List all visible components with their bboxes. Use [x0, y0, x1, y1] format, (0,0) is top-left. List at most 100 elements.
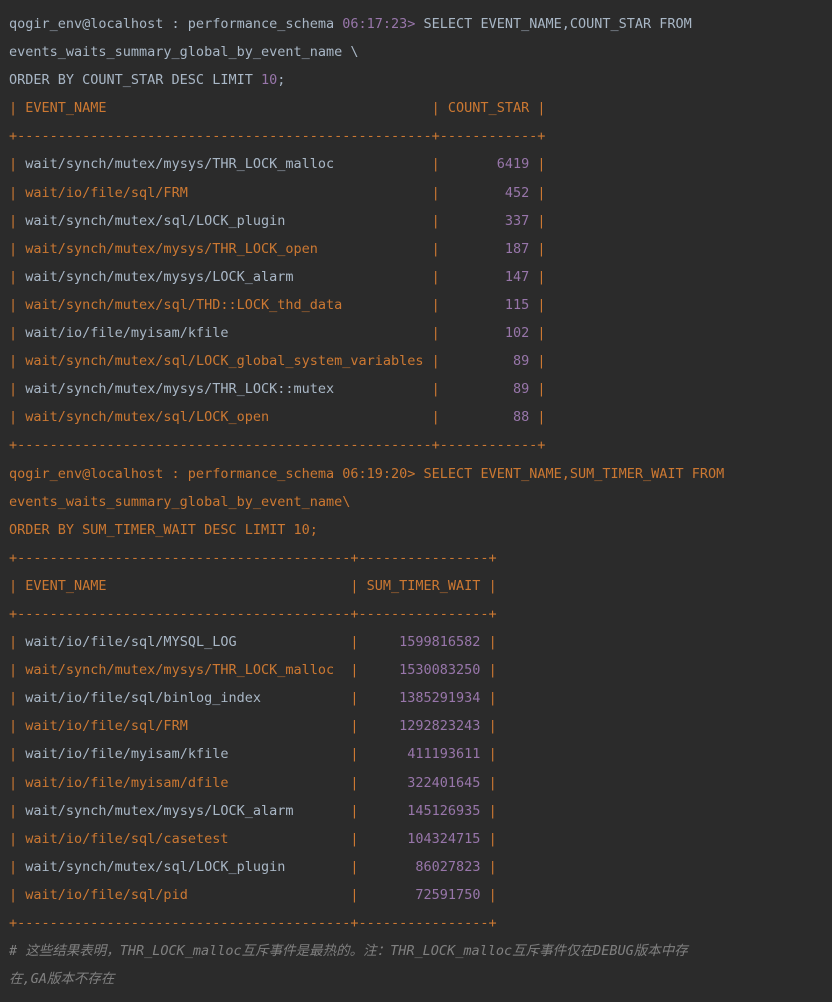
table-pipe: | — [9, 886, 26, 903]
table-pipe: | — [9, 802, 26, 819]
row-event-name: wait/synch/mutex/sql/LOCK_plugin — [25, 858, 286, 875]
table-pipe: | — [529, 268, 546, 285]
query1-sql-line2: events_waits_summary_global_by_event_nam… — [9, 44, 359, 61]
result-table-2: +---------------------------------------… — [9, 544, 832, 937]
table-pipe: | — [480, 858, 497, 875]
table-pipe: | — [480, 774, 497, 791]
table-pipe: | — [106, 100, 448, 117]
query2-sql-line2: events_waits_summary_global_by_event_nam… — [9, 493, 351, 510]
table-pipe: | — [480, 830, 497, 847]
comment-line1: # 这些结果表明，THR_LOCK_malloc互斥事件是最热的。注：THR_L… — [9, 943, 688, 960]
table-pipe: | — [9, 662, 26, 679]
row-event-name: wait/io/file/sql/MYSQL_LOG — [25, 634, 237, 651]
row-event-name: wait/synch/mutex/mysys/THR_LOCK_open — [25, 240, 318, 257]
table-pipe: | — [285, 858, 367, 875]
query1-line3: ORDER BY COUNT_STAR DESC LIMIT 10; — [9, 66, 832, 94]
table-pipe: | — [9, 156, 26, 173]
row-value: 88 — [512, 409, 530, 426]
table-row: | wait/io/file/sql/FRM | 452 | — [9, 179, 832, 207]
table-pipe: | — [334, 156, 448, 173]
row-event-name: wait/synch/mutex/sql/LOCK_plugin — [25, 212, 286, 229]
query2-time: 06:19:20> — [342, 465, 416, 482]
table-row: | wait/synch/mutex/sql/THD::LOCK_thd_dat… — [9, 291, 832, 319]
table-row: | wait/synch/mutex/mysys/LOCK_alarm | 14… — [9, 263, 832, 291]
table-pipe: | — [9, 184, 26, 201]
table-pipe: | — [529, 184, 546, 201]
row-event-name: wait/synch/mutex/mysys/THR_LOCK::mutex — [25, 381, 335, 398]
table-row: | wait/io/file/myisam/kfile | 102 | — [9, 319, 832, 347]
row-value: 104324715 — [407, 830, 481, 847]
table-pipe: | — [293, 268, 448, 285]
table-row: | wait/synch/mutex/sql/LOCK_plugin | 337… — [9, 207, 832, 235]
query2-line1: qogir_env@localhost : performance_schema… — [9, 460, 832, 488]
table-row: | wait/io/file/myisam/dfile | 322401645 … — [9, 769, 832, 797]
row-event-name: wait/io/file/sql/FRM — [25, 184, 188, 201]
query2-sql-line1: SELECT EVENT_NAME,SUM_TIMER_WAIT FROM — [423, 465, 725, 482]
table-row: | wait/io/file/sql/pid | 72591750 | — [9, 881, 832, 909]
table-pipe: | — [228, 830, 367, 847]
row-event-name: wait/io/file/myisam/dfile — [25, 774, 229, 791]
table-pipe: | — [9, 830, 26, 847]
query2-sql-line3: ORDER BY SUM_TIMER_WAIT DESC LIMIT 10; — [9, 521, 318, 538]
row-event-name: wait/synch/mutex/mysys/LOCK_alarm — [25, 268, 294, 285]
table-pipe: | — [9, 409, 26, 426]
table-border: +---------------------------------------… — [9, 128, 546, 145]
table-pipe: | — [9, 240, 26, 257]
table-pipe: | — [269, 409, 448, 426]
table-pipe: | — [529, 381, 546, 398]
table-pipe: | — [480, 886, 497, 903]
table-pipe: | — [334, 662, 367, 679]
table-pipe: | — [293, 802, 367, 819]
query2-prompt: qogir_env@localhost : performance_schema — [9, 465, 335, 482]
table-pipe: | — [9, 718, 26, 735]
table-pipe: | — [9, 353, 26, 370]
table-pipe: | — [529, 325, 546, 342]
query1-limit-value: 10 — [260, 72, 278, 89]
table-row: | wait/synch/mutex/sql/LOCK_open | 88 | — [9, 403, 832, 431]
column-header-event-name: EVENT_NAME — [25, 577, 107, 594]
row-value: 1530083250 — [399, 662, 481, 679]
row-event-name: wait/synch/mutex/sql/LOCK_open — [25, 409, 270, 426]
table-pipe: | — [236, 634, 367, 651]
table-pipe: | — [9, 634, 26, 651]
row-value: 1385291934 — [399, 690, 481, 707]
row-value: 102 — [504, 325, 530, 342]
row-event-name: wait/io/file/sql/pid — [25, 886, 188, 903]
table-pipe: | — [187, 886, 367, 903]
table-pipe: | — [423, 353, 448, 370]
table-pipe: | — [9, 212, 26, 229]
table-pipe: | — [9, 381, 26, 398]
table-pipe: | — [480, 718, 497, 735]
table-pipe: | — [9, 268, 26, 285]
table-pipe: | — [187, 184, 448, 201]
row-value: 322401645 — [407, 774, 481, 791]
query1-line1: qogir_env@localhost : performance_schema… — [9, 10, 832, 38]
table-pipe: | — [9, 690, 26, 707]
table-row: | wait/io/file/sql/casetest | 104324715 … — [9, 825, 832, 853]
table-pipe: | — [529, 353, 546, 370]
table-border: +---------------------------------------… — [9, 549, 497, 566]
table-pipe: | — [228, 774, 367, 791]
query1-sql-line3-a: ORDER BY COUNT_STAR DESC LIMIT — [9, 72, 253, 89]
query1-prompt: qogir_env@localhost : performance_schema — [9, 16, 335, 32]
table-pipe: | — [9, 100, 26, 117]
row-event-name: wait/synch/mutex/mysys/LOCK_alarm — [25, 802, 294, 819]
table-pipe: | — [529, 156, 546, 173]
table-pipe: | — [228, 746, 367, 763]
row-event-name: wait/synch/mutex/sql/LOCK_global_system_… — [25, 353, 424, 370]
result-table-1: | EVENT_NAME | COUNT_STAR | +------------… — [9, 94, 832, 459]
table-pipe: | — [187, 718, 367, 735]
table-row: | wait/synch/mutex/mysys/THR_LOCK_malloc… — [9, 150, 832, 178]
row-event-name: wait/synch/mutex/sql/THD::LOCK_thd_data — [25, 296, 343, 313]
row-value: 411193611 — [407, 746, 481, 763]
table-border: +---------------------------------------… — [9, 915, 497, 931]
terminal-output: qogir_env@localhost : performance_schema… — [9, 10, 832, 993]
table-row: | wait/synch/mutex/mysys/THR_LOCK_malloc… — [9, 656, 832, 684]
table-row: | wait/io/file/myisam/kfile | 411193611 … — [9, 740, 832, 768]
row-event-name: wait/io/file/myisam/kfile — [25, 325, 229, 342]
query1-time: 06:17:23> — [342, 16, 416, 32]
row-value: 1292823243 — [399, 718, 481, 735]
table-border: +---------------------------------------… — [9, 437, 546, 454]
row-value: 72591750 — [415, 886, 481, 903]
table-pipe: | — [480, 662, 497, 679]
